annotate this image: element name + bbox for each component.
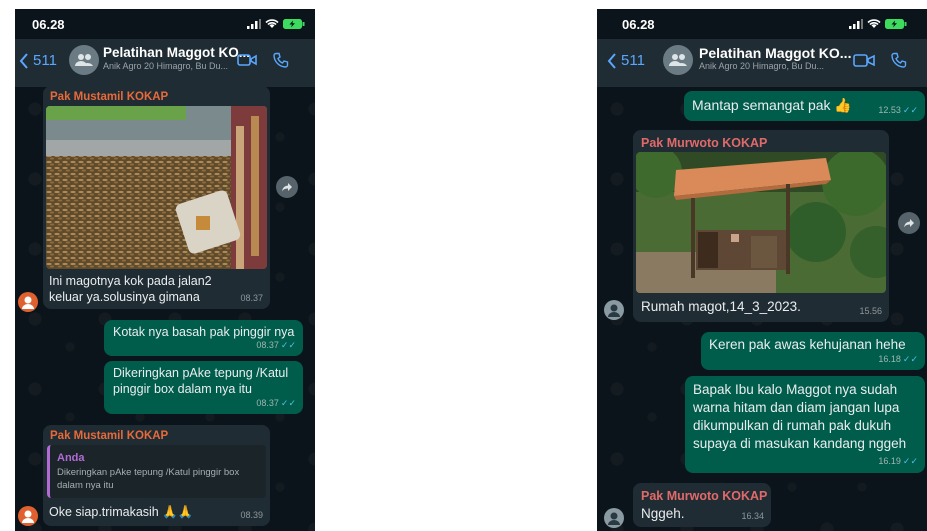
photo-image [46, 106, 267, 269]
message-sender[interactable]: Pak Murwoto KOKAP [641, 135, 767, 151]
sender-avatar[interactable] [604, 508, 624, 528]
message-text: Ini magotnya kok pada jalan2 keluar ya.s… [49, 274, 212, 304]
message-text: Dikeringkan pAke tepung /Katul pinggir b… [113, 366, 289, 396]
message-time: 15.56 [859, 306, 882, 316]
user-icon [22, 510, 34, 523]
sender-avatar[interactable] [18, 506, 38, 526]
message-time: 16.18 ✓✓ [878, 354, 918, 364]
group-subtitle: Anik Agro 20 Himagro, Bu Du... [699, 61, 825, 71]
forward-button[interactable] [276, 176, 298, 198]
message-incoming-reply[interactable]: Pak Mustamil KOKAP Anda Dikeringkan pAke… [43, 425, 270, 526]
video-call-icon[interactable] [237, 53, 257, 67]
message-sender[interactable]: Pak Mustamil KOKAP [50, 89, 168, 105]
signal-icon [849, 19, 863, 29]
battery-charging-icon [885, 19, 907, 29]
user-icon [608, 304, 620, 317]
battery-charging-icon [283, 19, 305, 29]
read-receipt-icon: ✓✓ [902, 105, 918, 115]
user-icon [22, 296, 34, 309]
quoted-sender: Anda [57, 452, 85, 464]
wifi-icon [867, 19, 881, 28]
read-receipt-icon: ✓✓ [902, 456, 918, 466]
forward-icon [282, 183, 292, 192]
sender-avatar[interactable] [18, 292, 38, 312]
message-time: 16.34 [741, 511, 764, 521]
message-outgoing[interactable]: Keren pak awas kehujanan hehe 16.18 ✓✓ [701, 332, 925, 370]
message-text: Oke siap.trimakasih 🙏🙏 [49, 505, 194, 519]
group-icon [669, 54, 687, 66]
read-receipt-icon: ✓✓ [280, 340, 296, 350]
message-time: 08.37 [240, 293, 263, 303]
read-receipt-icon: ✓✓ [280, 398, 296, 408]
maggot-box-photo[interactable] [46, 106, 267, 269]
user-icon [608, 512, 620, 525]
unread-count: 511 [33, 52, 57, 69]
status-time: 06.28 [622, 17, 655, 32]
message-sender[interactable]: Pak Mustamil KOKAP [50, 428, 168, 444]
message-outgoing[interactable]: Dikeringkan pAke tepung /Katul pinggir b… [104, 361, 303, 414]
header-actions [853, 52, 908, 69]
status-icons [849, 19, 907, 29]
message-incoming[interactable]: Pak Murwoto KOKAP Nggeh. 16.34 [633, 483, 771, 527]
read-receipt-icon: ✓✓ [902, 354, 918, 364]
forward-icon [904, 219, 914, 228]
forward-button[interactable] [898, 212, 920, 234]
video-call-icon[interactable] [853, 53, 875, 68]
group-title[interactable]: Pelatihan Maggot KO... [699, 45, 851, 61]
group-icon [75, 54, 93, 66]
message-sender[interactable]: Pak Murwoto KOKAP [641, 488, 767, 504]
message-time: 16.19 ✓✓ [878, 456, 918, 466]
status-bar: 06.28 [15, 9, 315, 39]
message-text: Keren pak awas kehujanan hehe [709, 337, 906, 352]
message-text: Rumah magot,14_3_2023. [641, 299, 801, 314]
back-button[interactable]: 511 [19, 52, 57, 69]
message-time: 08.37 ✓✓ [256, 340, 296, 350]
quoted-text: Dikeringkan pAke tepung /Katul pinggir b… [57, 467, 240, 491]
quoted-message[interactable]: Anda Dikeringkan pAke tepung /Katul ping… [47, 445, 266, 498]
chat-header: 511 Pelatihan Maggot KO... Anik Agro 20 … [15, 39, 315, 87]
voice-call-icon[interactable] [891, 52, 908, 69]
header-actions [237, 52, 289, 68]
group-avatar[interactable] [69, 45, 99, 75]
sender-avatar[interactable] [604, 300, 624, 320]
message-text: Mantap semangat pak 👍 [692, 97, 852, 113]
status-icons [247, 19, 305, 29]
message-time: 08.39 [240, 510, 263, 520]
message-time: 08.37 ✓✓ [256, 398, 296, 408]
maggot-house-photo[interactable] [636, 152, 886, 293]
group-title[interactable]: Pelatihan Maggot KO... [103, 45, 250, 60]
chevron-left-icon [19, 52, 28, 69]
message-incoming-photo[interactable]: Pak Murwoto KOKAP Rumah magot,14_3_2023.… [633, 130, 889, 322]
chat-screen-left: 06.28 511 Pelatihan Maggot KO... Anik Ag… [15, 9, 315, 531]
message-outgoing[interactable]: Kotak nya basah pak pinggir nya 08.37 ✓✓ [104, 320, 303, 356]
chat-screen-right: 06.28 511 Pelatihan Maggot KO... Anik Ag… [597, 9, 927, 531]
chevron-left-icon [607, 52, 616, 69]
status-bar: 06.28 [597, 9, 927, 39]
group-avatar[interactable] [663, 45, 693, 75]
back-button[interactable]: 511 [607, 52, 645, 69]
group-subtitle: Anik Agro 20 Himagro, Bu Du... [103, 61, 229, 71]
chat-header: 511 Pelatihan Maggot KO... Anik Agro 20 … [597, 39, 927, 87]
signal-icon [247, 19, 261, 29]
unread-count: 511 [621, 52, 645, 69]
status-time: 06.28 [32, 17, 65, 32]
message-outgoing[interactable]: Bapak Ibu kalo Maggot nya sudah warna hi… [685, 376, 925, 473]
message-incoming-photo[interactable]: Pak Mustamil KOKAP Ini magotnya kok pada… [43, 86, 270, 309]
voice-call-icon[interactable] [273, 52, 289, 68]
message-outgoing[interactable]: Mantap semangat pak 👍 12.53 ✓✓ [684, 91, 925, 121]
message-text: Nggeh. [641, 506, 685, 521]
message-text: Bapak Ibu kalo Maggot nya sudah warna hi… [693, 382, 907, 451]
wifi-icon [265, 19, 279, 28]
photo-image [636, 152, 886, 293]
message-time: 12.53 ✓✓ [878, 105, 918, 115]
